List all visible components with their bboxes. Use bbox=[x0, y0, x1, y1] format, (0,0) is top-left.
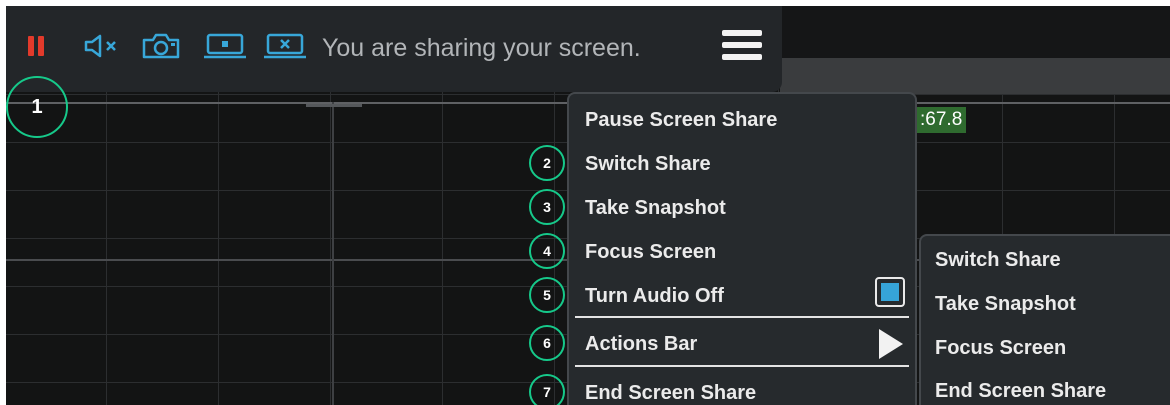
step-marker-5: 5 bbox=[529, 277, 565, 313]
menu-item-end-screen-share[interactable]: End Screen Share bbox=[585, 380, 756, 405]
pause-icon[interactable] bbox=[26, 33, 46, 59]
step-marker-2: 2 bbox=[529, 145, 565, 181]
screen-focus-icon[interactable] bbox=[202, 33, 248, 59]
shared-screen-canvas: :67.8 You are sharing your screen. 1 Pau… bbox=[6, 6, 1170, 405]
grid-divider-vertical bbox=[332, 102, 334, 405]
screen-share-menu: Pause Screen Share Switch Share Take Sna… bbox=[567, 92, 917, 405]
screen-share-toolbar: You are sharing your screen. bbox=[6, 6, 782, 92]
audio-off-checkbox[interactable] bbox=[875, 277, 905, 307]
submenu-item-focus-screen[interactable]: Focus Screen bbox=[935, 335, 1066, 361]
camera-icon[interactable] bbox=[140, 33, 182, 59]
step-marker-4: 4 bbox=[529, 233, 565, 269]
step-marker-6: 6 bbox=[529, 325, 565, 361]
menu-item-pause-screen-share[interactable]: Pause Screen Share bbox=[585, 107, 777, 133]
speaker-muted-icon[interactable] bbox=[82, 33, 122, 59]
actions-bar-submenu: Switch Share Take Snapshot Focus Screen … bbox=[919, 234, 1170, 405]
menu-separator bbox=[575, 365, 909, 367]
menu-item-actions-bar[interactable]: Actions Bar bbox=[585, 331, 697, 357]
menu-item-focus-screen[interactable]: Focus Screen bbox=[585, 239, 716, 265]
value-readout: :67.8 bbox=[916, 107, 967, 133]
step-marker-3: 3 bbox=[529, 189, 565, 225]
step-marker-1: 1 bbox=[6, 76, 68, 138]
submenu-item-end-screen-share[interactable]: End Screen Share bbox=[935, 378, 1106, 404]
sharing-status-text: You are sharing your screen. bbox=[322, 34, 641, 62]
menu-item-turn-audio-off[interactable]: Turn Audio Off bbox=[585, 283, 724, 309]
screen-close-icon[interactable] bbox=[262, 33, 308, 59]
menu-item-switch-share[interactable]: Switch Share bbox=[585, 151, 711, 177]
submenu-arrow-icon[interactable] bbox=[879, 329, 903, 359]
menu-separator bbox=[575, 316, 909, 318]
submenu-item-switch-share[interactable]: Switch Share bbox=[935, 247, 1061, 273]
menu-item-take-snapshot[interactable]: Take Snapshot bbox=[585, 195, 726, 221]
step-marker-7: 7 bbox=[529, 374, 565, 405]
hamburger-menu-icon[interactable] bbox=[722, 28, 762, 62]
submenu-item-take-snapshot[interactable]: Take Snapshot bbox=[935, 291, 1076, 317]
top-grey-band bbox=[780, 58, 1170, 94]
grid-marker bbox=[306, 104, 362, 107]
